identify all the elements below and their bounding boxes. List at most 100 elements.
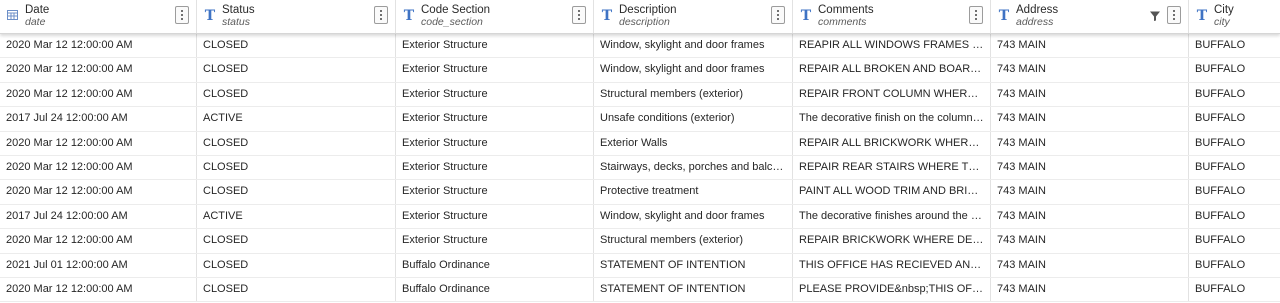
cell-description[interactable]: Exterior Walls: [594, 131, 793, 155]
table-row[interactable]: 2020 Mar 12 12:00:00 AM CLOSED Buffalo Ord…: [0, 277, 1280, 303]
column-menu-button[interactable]: [1167, 6, 1181, 24]
cell-comments[interactable]: The decorative finish on the columns in.…: [793, 107, 991, 131]
cell-comments[interactable]: REPAIR ALL BROKEN AND BOARDED ...: [793, 58, 991, 82]
cell-city[interactable]: BUFFALO: [1189, 83, 1280, 106]
table-row[interactable]: 2017 Jul 24 12:00:00 AM ACTIVE Exterior St…: [0, 204, 1280, 230]
cell-code-section[interactable]: Exterior Structure: [396, 131, 594, 155]
cell-code-section[interactable]: Exterior Structure: [396, 204, 594, 229]
cell-description[interactable]: Window, skylight and door frames: [594, 204, 793, 229]
cell-address[interactable]: 743 MAIN: [991, 131, 1189, 155]
cell-comments[interactable]: PAINT ALL WOOD TRIM AND BRICKWO...: [793, 180, 991, 204]
cell-address[interactable]: 743 MAIN: [991, 34, 1189, 58]
cell-date[interactable]: 2017 Jul 24 12:00:00 AM: [0, 204, 197, 229]
table-row[interactable]: 2021 Jul 01 12:00:00 AM CLOSED Buffalo Ord…: [0, 253, 1280, 278]
cell-city[interactable]: BUFFALO: [1189, 34, 1280, 57]
cell-status[interactable]: CLOSED: [197, 82, 396, 107]
column-menu-button[interactable]: [374, 6, 388, 24]
cell-comments[interactable]: PLEASE PROVIDE&nbsp;THIS OFFICE ...: [793, 277, 991, 302]
column-header-address[interactable]: T Address address: [991, 0, 1189, 33]
cell-date[interactable]: 2020 Mar 12 12:00:00 AM: [0, 155, 197, 180]
cell-status[interactable]: ACTIVE: [197, 107, 396, 131]
cell-code-section[interactable]: Buffalo Ordinance: [396, 253, 594, 277]
cell-description[interactable]: Window, skylight and door frames: [594, 58, 793, 82]
cell-city[interactable]: BUFFALO: [1189, 156, 1280, 179]
cell-comments[interactable]: REAPIR ALL WINDOWS FRAMES FRONT...: [793, 34, 991, 58]
cell-city[interactable]: BUFFALO: [1189, 132, 1280, 155]
cell-code-section[interactable]: Exterior Structure: [396, 58, 594, 82]
cell-address[interactable]: 743 MAIN: [991, 58, 1189, 82]
cell-city[interactable]: BUFFALO: [1189, 107, 1280, 130]
cell-city[interactable]: BUFFALO: [1189, 278, 1280, 301]
cell-description[interactable]: Structural members (exterior): [594, 229, 793, 253]
cell-date[interactable]: 2020 Mar 12 12:00:00 AM: [0, 180, 197, 204]
cell-comments[interactable]: REPAIR BRICKWORK WHERE DETERIO...: [793, 229, 991, 253]
table-row[interactable]: 2020 Mar 12 12:00:00 AM CLOSED Exterior St…: [0, 180, 1280, 205]
table-row[interactable]: 2020 Mar 12 12:00:00 AM CLOSED Exterior St…: [0, 131, 1280, 156]
cell-code-section[interactable]: Exterior Structure: [396, 180, 594, 204]
cell-date[interactable]: 2020 Mar 12 12:00:00 AM: [0, 82, 197, 107]
cell-address[interactable]: 743 MAIN: [991, 229, 1189, 253]
cell-address[interactable]: 743 MAIN: [991, 204, 1189, 229]
column-menu-button[interactable]: [175, 6, 189, 24]
cell-date[interactable]: 2020 Mar 12 12:00:00 AM: [0, 34, 197, 58]
cell-city[interactable]: BUFFALO: [1189, 180, 1280, 203]
cell-address[interactable]: 743 MAIN: [991, 155, 1189, 180]
cell-status[interactable]: ACTIVE: [197, 204, 396, 229]
column-header-city[interactable]: T City city: [1189, 0, 1280, 33]
cell-code-section[interactable]: Exterior Structure: [396, 155, 594, 180]
cell-status[interactable]: CLOSED: [197, 155, 396, 180]
cell-status[interactable]: CLOSED: [197, 58, 396, 82]
cell-status[interactable]: CLOSED: [197, 131, 396, 155]
cell-date[interactable]: 2020 Mar 12 12:00:00 AM: [0, 229, 197, 253]
cell-date[interactable]: 2020 Mar 12 12:00:00 AM: [0, 277, 197, 302]
cell-comments[interactable]: REPAIR FRONT COLUMN WHERE DETE...: [793, 82, 991, 107]
cell-comments[interactable]: REPAIR REAR STAIRS WHERE TREAD I...: [793, 155, 991, 180]
cell-description[interactable]: Window, skylight and door frames: [594, 34, 793, 58]
cell-city[interactable]: BUFFALO: [1189, 229, 1280, 252]
filter-icon[interactable]: [1149, 9, 1161, 21]
cell-status[interactable]: CLOSED: [197, 253, 396, 277]
cell-city[interactable]: BUFFALO: [1189, 205, 1280, 228]
table-row[interactable]: 2020 Mar 12 12:00:00 AM CLOSED Exterior St…: [0, 82, 1280, 108]
cell-date[interactable]: 2017 Jul 24 12:00:00 AM: [0, 107, 197, 131]
cell-description[interactable]: Protective treatment: [594, 180, 793, 204]
cell-code-section[interactable]: Exterior Structure: [396, 229, 594, 253]
cell-date[interactable]: 2020 Mar 12 12:00:00 AM: [0, 131, 197, 155]
column-header-date[interactable]: Date date: [0, 0, 197, 33]
cell-comments[interactable]: THIS OFFICE HAS RECIEVED ANOTHE...: [793, 253, 991, 277]
cell-address[interactable]: 743 MAIN: [991, 180, 1189, 204]
table-row[interactable]: 2020 Mar 12 12:00:00 AM CLOSED Exterior St…: [0, 58, 1280, 83]
cell-description[interactable]: Structural members (exterior): [594, 82, 793, 107]
cell-code-section[interactable]: Exterior Structure: [396, 34, 594, 58]
table-row[interactable]: 2020 Mar 12 12:00:00 AM CLOSED Exterior St…: [0, 34, 1280, 59]
cell-description[interactable]: Stairways, decks, porches and balconies: [594, 155, 793, 180]
cell-address[interactable]: 743 MAIN: [991, 82, 1189, 107]
cell-address[interactable]: 743 MAIN: [991, 277, 1189, 302]
column-header-comments[interactable]: T Comments comments: [793, 0, 991, 33]
column-header-description[interactable]: T Description description: [594, 0, 793, 33]
cell-status[interactable]: CLOSED: [197, 229, 396, 253]
cell-city[interactable]: BUFFALO: [1189, 58, 1280, 81]
column-header-status[interactable]: T Status status: [197, 0, 396, 33]
column-menu-button[interactable]: [771, 6, 785, 24]
cell-date[interactable]: 2020 Mar 12 12:00:00 AM: [0, 58, 197, 82]
column-menu-button[interactable]: [572, 6, 586, 24]
cell-status[interactable]: CLOSED: [197, 180, 396, 204]
cell-code-section[interactable]: Exterior Structure: [396, 107, 594, 131]
cell-code-section[interactable]: Buffalo Ordinance: [396, 277, 594, 302]
table-row[interactable]: 2017 Jul 24 12:00:00 AM ACTIVE Exterior St…: [0, 107, 1280, 132]
cell-status[interactable]: CLOSED: [197, 34, 396, 58]
cell-comments[interactable]: The decorative finishes around the win..…: [793, 204, 991, 229]
cell-description[interactable]: STATEMENT OF INTENTION: [594, 253, 793, 277]
table-row[interactable]: 2020 Mar 12 12:00:00 AM CLOSED Exterior St…: [0, 155, 1280, 181]
cell-address[interactable]: 743 MAIN: [991, 107, 1189, 131]
cell-date[interactable]: 2021 Jul 01 12:00:00 AM: [0, 253, 197, 277]
cell-status[interactable]: CLOSED: [197, 277, 396, 302]
cell-description[interactable]: STATEMENT OF INTENTION: [594, 277, 793, 302]
cell-city[interactable]: BUFFALO: [1189, 254, 1280, 277]
cell-description[interactable]: Unsafe conditions (exterior): [594, 107, 793, 131]
column-header-code-section[interactable]: T Code Section code_section: [396, 0, 594, 33]
column-menu-button[interactable]: [969, 6, 983, 24]
cell-comments[interactable]: REPAIR ALL BRICKWORK WHERE DETE...: [793, 131, 991, 155]
table-row[interactable]: 2020 Mar 12 12:00:00 AM CLOSED Exterior St…: [0, 229, 1280, 254]
